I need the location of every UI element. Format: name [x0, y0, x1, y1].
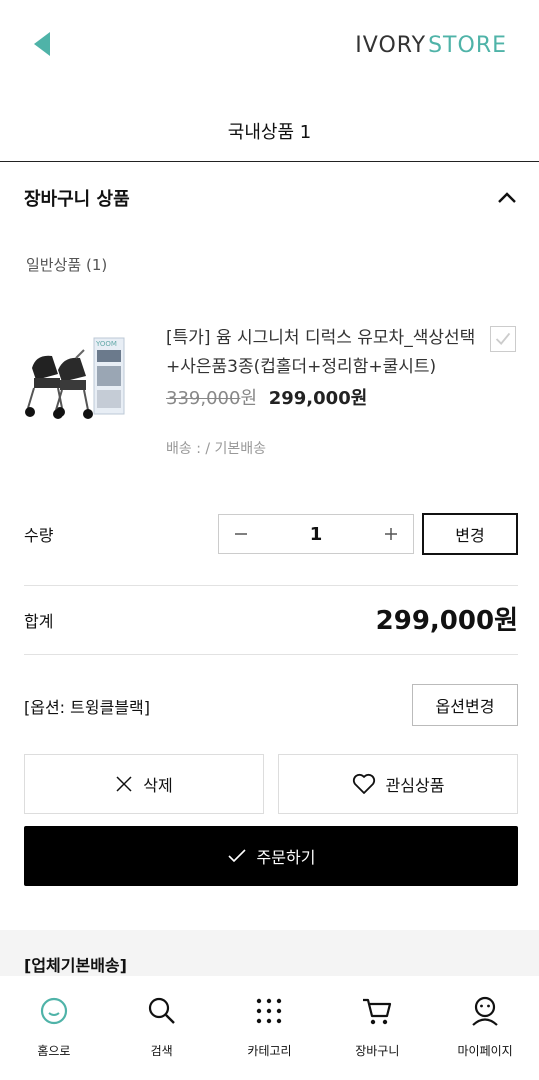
total-row: 합계 299,000원 [24, 598, 518, 642]
divider [24, 654, 518, 655]
quantity-stepper: 1 [218, 514, 414, 554]
back-arrow-icon[interactable] [30, 28, 58, 60]
logo-store-text: STORE [428, 32, 507, 58]
order-label: 주문하기 [256, 848, 316, 867]
minus-icon [235, 533, 247, 535]
quantity-value[interactable]: 1 [263, 524, 369, 545]
store-logo[interactable]: IVORY STORE [355, 30, 507, 60]
page-title: 국내상품 1 [0, 100, 539, 162]
delete-label: 삭제 [143, 776, 173, 795]
plus-button[interactable] [369, 515, 413, 553]
total-label: 합계 [24, 612, 54, 631]
tab-label: 장바구니 [355, 1044, 400, 1058]
price-line: 339,000원 299,000원 [166, 384, 367, 410]
checkmark-icon [227, 849, 246, 863]
divider [24, 585, 518, 586]
tab-label: 카테고리 [247, 1044, 292, 1058]
quantity-label: 수량 [24, 526, 54, 545]
grid-dots-icon [257, 998, 282, 1024]
heart-icon [352, 773, 375, 794]
option-label: [옵션: 트윙클블랙] [24, 698, 151, 717]
quantity-change-button[interactable]: 변경 [422, 513, 518, 555]
delete-button[interactable]: 삭제 [24, 754, 264, 814]
cart-section-header[interactable]: 장바구니 상품 [24, 178, 518, 218]
product-name[interactable]: [특가] 윰 시그니처 디럭스 유모차_색상선택+사은품3종(컵홀더+정리함+쿨… [166, 324, 486, 382]
item-checkbox[interactable] [490, 326, 516, 352]
tab-label: 검색 [150, 1044, 173, 1058]
minus-button[interactable] [219, 515, 263, 553]
original-price: 339,000 [166, 388, 241, 409]
svg-text:YOOM: YOOM [95, 340, 117, 348]
general-items-count: 일반상품 (1) [26, 256, 108, 274]
plus-icon [385, 528, 397, 540]
sale-price: 299,000원 [268, 388, 368, 409]
user-icon [472, 996, 498, 1026]
shipping-info: 배송 : / 기본배송 [166, 441, 267, 457]
tab-mypage[interactable]: 마이페이지 [431, 976, 539, 1080]
product-thumbnail[interactable]: YOOM [24, 328, 128, 422]
close-icon [116, 776, 132, 792]
tab-home[interactable]: 홈으로 [0, 976, 108, 1080]
tab-search[interactable]: 검색 [108, 976, 216, 1080]
option-row: [옵션: 트윙클블랙] 옵션변경 [24, 684, 518, 726]
tab-cart[interactable]: 장바구니 [323, 976, 431, 1080]
option-change-button[interactable]: 옵션변경 [412, 684, 518, 726]
app-header: IVORY STORE [0, 0, 539, 90]
search-icon [148, 997, 175, 1024]
action-buttons: 삭제 관심상품 [24, 754, 518, 814]
total-value: 299,000원 [375, 606, 518, 636]
shipping-group-title: [업체기본배송] [24, 956, 127, 975]
section-title: 장바구니 상품 [24, 189, 130, 210]
bottom-tab-bar: 홈으로 검색 카테고리 장바구니 마이페이지 [0, 976, 539, 1080]
cart-icon [363, 998, 392, 1025]
order-button[interactable]: 주문하기 [24, 826, 518, 886]
cart-item: YOOM [특가] 윰 시그니처 디럭스 유모차_색상선택+사은품3종(컵홀더+… [24, 320, 518, 460]
logo-ivory-text: IVORY [355, 32, 427, 58]
wishlist-label: 관심상품 [385, 776, 445, 795]
check-icon [495, 332, 511, 345]
tab-label: 마이페이지 [457, 1044, 513, 1058]
chevron-up-icon[interactable] [496, 187, 518, 209]
home-smile-icon [40, 997, 67, 1025]
tab-category[interactable]: 카테고리 [216, 976, 324, 1080]
wishlist-button[interactable]: 관심상품 [278, 754, 518, 814]
quantity-row: 수량 1 변경 [24, 512, 518, 556]
tab-label: 홈으로 [37, 1044, 71, 1058]
original-price-unit: 원 [240, 388, 257, 409]
